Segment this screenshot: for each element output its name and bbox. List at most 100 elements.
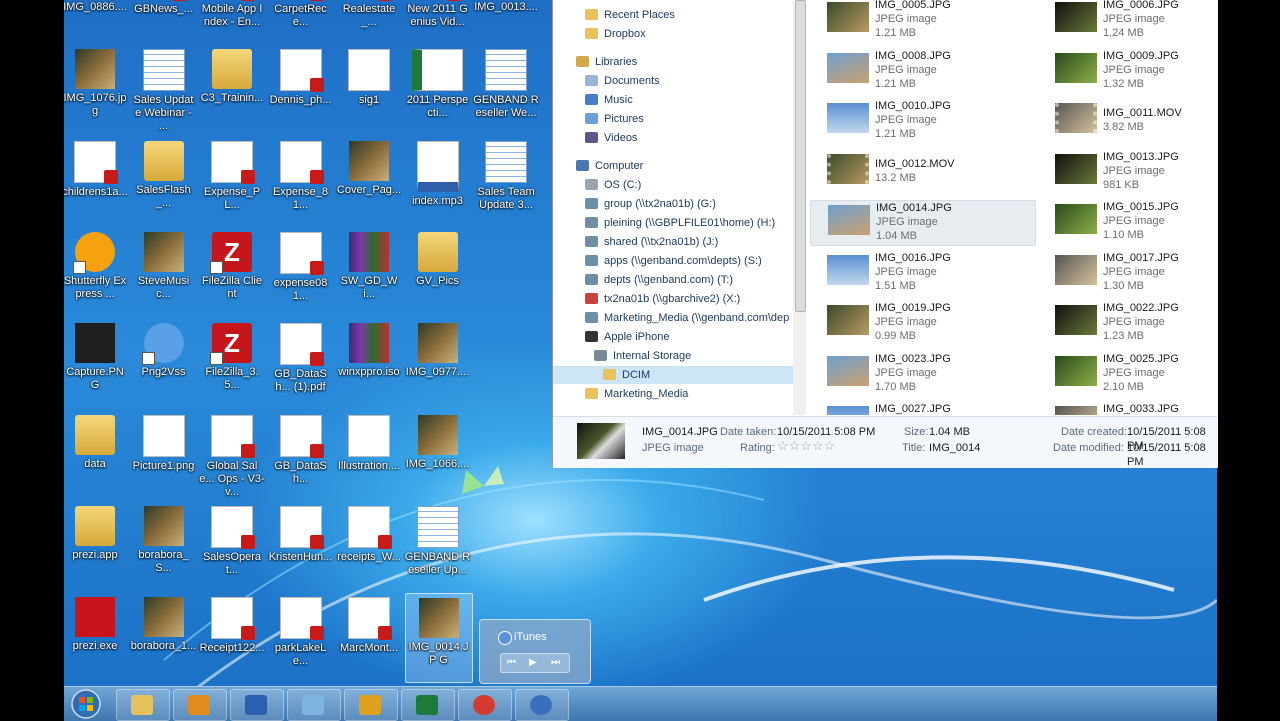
desktop-icon[interactable]: IMG_1076.jpg xyxy=(64,45,128,133)
nav-item[interactable]: Apple iPhone xyxy=(553,328,669,346)
file-item[interactable]: IMG_0025.JPG JPEG image 2.10 MB xyxy=(1038,352,1218,396)
nav-item[interactable]: Recent Places xyxy=(553,6,675,24)
file-item[interactable]: IMG_0014.JPG JPEG image 1.04 MB xyxy=(810,200,1036,246)
file-item[interactable]: IMG_0009.JPG JPEG image 1.32 MB xyxy=(1038,49,1218,93)
desktop-icon[interactable]: Expense_81... xyxy=(268,137,334,225)
desktop-icon[interactable]: Receipt122... xyxy=(199,593,265,681)
desktop-icon[interactable]: KristenHun... xyxy=(268,502,334,590)
desktop-icon[interactable]: sig1 xyxy=(336,45,402,133)
desktop-icon[interactable]: Dennis_ph... xyxy=(268,45,334,133)
desktop-icon[interactable]: borabora_S... xyxy=(131,502,197,590)
taskbar-outlook-button[interactable] xyxy=(344,689,398,721)
taskbar-media-player-button[interactable] xyxy=(173,689,227,721)
desktop-icon[interactable]: index.mp3 xyxy=(405,137,471,225)
taskbar-window-button[interactable] xyxy=(287,689,341,721)
desktop-icon[interactable]: GENBAND Reseller We... xyxy=(473,45,539,133)
start-button[interactable] xyxy=(66,687,106,721)
taskbar-word-button[interactable] xyxy=(230,689,284,721)
file-item[interactable]: IMG_0011.MOV 3.82 MB xyxy=(1038,99,1218,143)
nav-item[interactable]: Dropbox xyxy=(553,25,646,43)
desktop-icon[interactable]: MarcMont... xyxy=(336,593,402,681)
desktop-icon[interactable]: GV_Pics xyxy=(405,228,471,316)
nav-item[interactable]: OS (C:) xyxy=(553,176,641,194)
date-taken-value[interactable]: 10/15/2011 5:08 PM xyxy=(777,425,875,439)
rating-stars[interactable]: ☆☆☆☆☆ xyxy=(777,439,835,453)
nav-item[interactable]: Marketing_Media xyxy=(553,385,688,403)
desktop-icon[interactable]: IMG_0014.JP G xyxy=(404,593,473,684)
nav-item[interactable]: depts (\\genband.com) (T:) xyxy=(553,271,733,289)
desktop-icon[interactable]: New 2011 Genius Vid... xyxy=(405,0,471,42)
desktop-icon[interactable]: IMG_0013.... xyxy=(473,0,539,42)
desktop-icon[interactable]: Illustration.... xyxy=(336,411,402,499)
nav-item[interactable]: Libraries xyxy=(553,53,637,71)
nav-item[interactable]: Music xyxy=(553,91,633,109)
nav-item[interactable]: Computer xyxy=(553,157,643,175)
desktop-icon[interactable]: Png2Vss xyxy=(131,319,197,407)
nav-scrollbar-thumb[interactable] xyxy=(795,0,806,312)
file-item[interactable]: IMG_0027.JPG xyxy=(810,402,1034,415)
desktop-icon[interactable]: Capture.PNG xyxy=(64,319,128,407)
desktop-icon[interactable]: GB_DataSh... (1).pdf xyxy=(268,319,334,407)
desktop-icon[interactable]: expense081... xyxy=(268,228,334,316)
file-item[interactable]: IMG_0033.JPG xyxy=(1038,402,1218,415)
taskbar-itunes-button[interactable] xyxy=(515,689,569,721)
itunes-taskbar-preview[interactable]: iTunes ⏮ ▶ ⏭ xyxy=(479,619,591,684)
desktop-icon[interactable]: IMG_0977.... xyxy=(405,319,471,407)
desktop-icon[interactable]: SalesFlash_... xyxy=(131,137,197,225)
desktop-icon[interactable]: SW_GD_Wi... xyxy=(336,228,402,316)
file-item[interactable]: IMG_0017.JPG JPEG image 1.30 MB xyxy=(1038,251,1218,295)
file-item[interactable]: IMG_0015.JPG JPEG image 1.10 MB xyxy=(1038,200,1218,244)
file-item[interactable]: IMG_0022.JPG JPEG image 1.23 MB xyxy=(1038,301,1218,345)
nav-item[interactable]: Pictures xyxy=(553,110,644,128)
nav-item[interactable]: tx2na01b (\\gbarchive2) (X:) xyxy=(553,290,740,308)
nav-item[interactable]: Marketing_Media (\\genband.com\dep xyxy=(553,309,789,327)
desktop-icon[interactable]: IMG_0886.... xyxy=(64,0,128,42)
desktop-icon[interactable]: prezi.exe xyxy=(64,593,128,681)
nav-item[interactable]: DCIM xyxy=(553,366,793,384)
desktop-icon[interactable]: SteveMusic... xyxy=(131,228,197,316)
desktop-icon[interactable]: GB_DataSh... xyxy=(268,411,334,499)
desktop-icon[interactable]: Realestate_... xyxy=(336,0,402,42)
desktop-icon[interactable]: SalesOperat... xyxy=(199,502,265,590)
desktop-icon[interactable]: IMG_1066.... xyxy=(405,411,471,499)
desktop-icon[interactable]: Global Sale... Ops - V3-v... xyxy=(199,411,265,499)
file-item[interactable]: IMG_0023.JPG JPEG image 1.70 MB xyxy=(810,352,1034,396)
nav-item[interactable]: shared (\\tx2na01b) (J:) xyxy=(553,233,718,251)
next-track-icon[interactable]: ⏭ xyxy=(551,657,560,668)
desktop-icon[interactable]: parkLakeLe... xyxy=(268,593,334,681)
desktop-icon[interactable]: Sales Update Webinar - ... xyxy=(131,45,197,133)
nav-item[interactable]: Documents xyxy=(553,72,660,90)
desktop-icon[interactable]: Z FileZilla Client xyxy=(199,228,265,316)
nav-item[interactable]: apps (\\genband.com\depts) (S:) xyxy=(553,252,762,270)
file-item[interactable]: IMG_0005.JPG JPEG image 1.21 MB xyxy=(810,0,1034,42)
previous-track-icon[interactable]: ⏮ xyxy=(507,657,516,668)
file-item[interactable]: IMG_0008.JPG JPEG image 1.21 MB xyxy=(810,49,1034,93)
desktop-icon[interactable]: GBNews_... xyxy=(131,0,197,42)
desktop-icon[interactable]: childrens1a... xyxy=(64,137,128,225)
nav-item[interactable]: Videos xyxy=(553,129,637,147)
taskbar-chrome-button[interactable] xyxy=(458,689,512,721)
file-item[interactable]: IMG_0012.MOV 13.2 MB xyxy=(810,150,1034,194)
play-icon[interactable]: ▶ xyxy=(529,657,537,668)
desktop-icon[interactable]: winxppro.iso xyxy=(336,319,402,407)
desktop-icon[interactable]: Shutterfly Express ... xyxy=(64,228,128,316)
desktop-icon[interactable]: Expense_PL... xyxy=(199,137,265,225)
desktop-icon[interactable]: Z FileZilla_3.5... xyxy=(199,319,265,407)
file-item[interactable]: IMG_0010.JPG JPEG image 1.21 MB xyxy=(810,99,1034,143)
desktop-icon[interactable]: C3_Trainin... xyxy=(199,45,265,133)
desktop-icon[interactable]: Mobile App Index - En... xyxy=(199,0,265,42)
file-item[interactable]: IMG_0016.JPG JPEG image 1.51 MB xyxy=(810,251,1034,295)
desktop-icon[interactable]: prezi.app xyxy=(64,502,128,590)
desktop-icon[interactable]: 2011 Perspecti... xyxy=(405,45,471,133)
taskbar-excel-button[interactable] xyxy=(401,689,455,721)
desktop-icon[interactable]: data xyxy=(64,411,128,499)
file-item[interactable]: IMG_0013.JPG JPEG image 981 KB xyxy=(1038,150,1218,194)
nav-item[interactable]: group (\\tx2na01b) (G:) xyxy=(553,195,716,213)
desktop-icon[interactable]: Cover_Pag... xyxy=(336,137,402,225)
desktop-icon[interactable]: Picture1.png xyxy=(131,411,197,499)
file-item[interactable]: IMG_0006.JPG JPEG image 1.24 MB xyxy=(1038,0,1218,42)
file-item[interactable]: IMG_0019.JPG JPEG image 0.99 MB xyxy=(810,301,1034,345)
nav-item[interactable]: Internal Storage xyxy=(553,347,691,365)
title-value[interactable]: IMG_0014 xyxy=(929,441,980,455)
nav-item[interactable]: pleining (\\GBPLFILE01\home) (H:) xyxy=(553,214,775,232)
